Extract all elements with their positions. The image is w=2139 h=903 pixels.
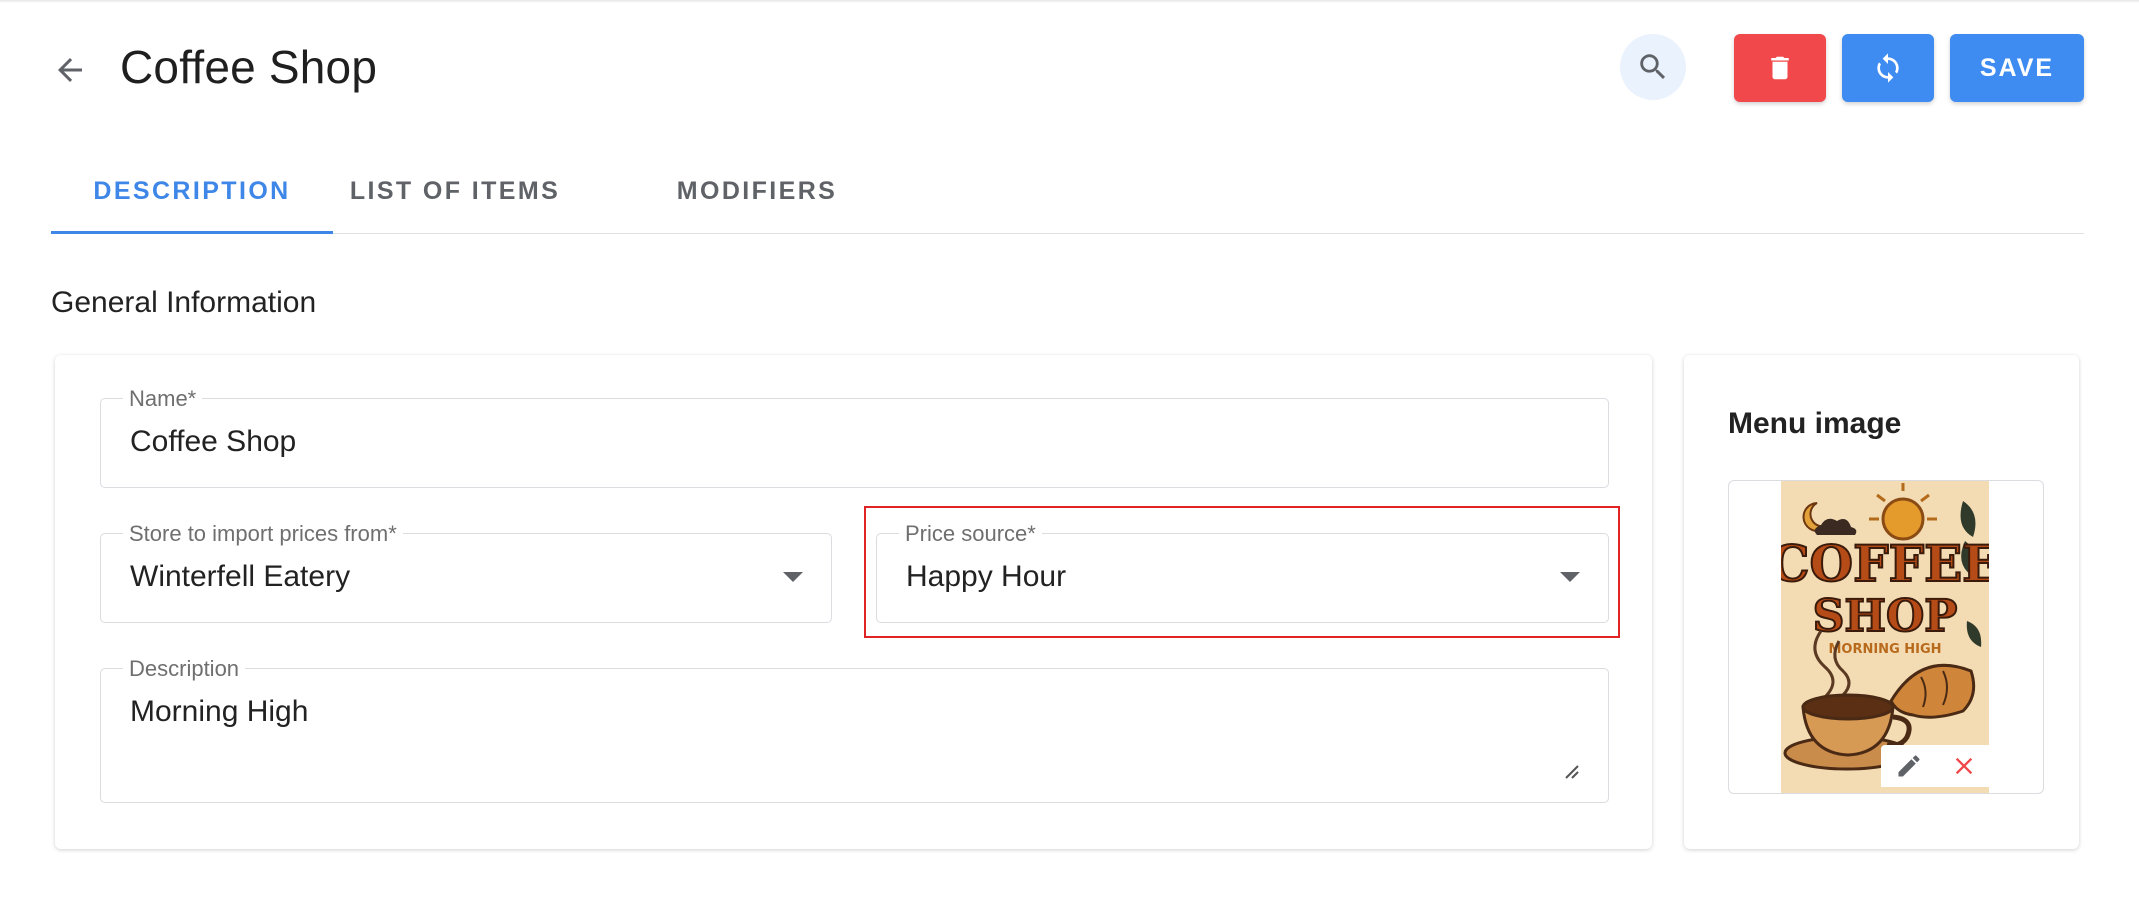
save-button[interactable]: SAVE bbox=[1950, 34, 2084, 102]
store-label: Store to import prices from* bbox=[123, 521, 403, 547]
description-field[interactable]: Description Morning High bbox=[100, 656, 1609, 803]
edit-image-button[interactable] bbox=[1889, 746, 1929, 786]
chevron-down-icon bbox=[783, 572, 803, 582]
search-icon bbox=[1640, 54, 1666, 80]
search-button[interactable] bbox=[1620, 34, 1686, 100]
name-value: Coffee Shop bbox=[130, 425, 297, 458]
tab-bar: DESCRIPTION LIST OF ITEMS MODIFIERS bbox=[51, 150, 2084, 234]
sync-button[interactable] bbox=[1842, 34, 1934, 102]
resize-handle-icon[interactable] bbox=[1562, 762, 1582, 782]
menu-image-title: Menu image bbox=[1728, 407, 1902, 440]
section-title: General Information bbox=[51, 286, 317, 319]
description-label: Description bbox=[123, 656, 246, 682]
top-shadow bbox=[0, 0, 2139, 3]
name-label: Name* bbox=[123, 386, 203, 412]
tab-description[interactable]: DESCRIPTION bbox=[51, 150, 333, 234]
page-title: Coffee Shop bbox=[120, 41, 378, 93]
remove-image-button[interactable] bbox=[1944, 746, 1984, 786]
back-arrow-icon[interactable] bbox=[48, 48, 92, 92]
poster-title-line2: SHOP bbox=[1813, 591, 1958, 642]
menu-image-container: COFFEE SHOP MORNING HIGH bbox=[1728, 480, 2044, 794]
image-tools bbox=[1881, 745, 1991, 787]
store-select[interactable]: Store to import prices from* Winterfell … bbox=[100, 521, 832, 623]
poster-title-line1: COFFEE bbox=[1781, 534, 1989, 593]
description-value: Morning High bbox=[130, 695, 309, 728]
tab-modifiers[interactable]: MODIFIERS bbox=[659, 150, 855, 232]
highlight-box bbox=[864, 506, 1620, 638]
trash-icon bbox=[1771, 56, 1789, 80]
tab-list-of-items[interactable]: LIST OF ITEMS bbox=[333, 150, 577, 232]
sync-icon bbox=[1877, 53, 1899, 83]
store-value: Winterfell Eatery bbox=[130, 560, 351, 593]
poster-subtitle: MORNING HIGH bbox=[1828, 642, 1941, 657]
menu-image-card: Menu image COFFEE SHOP MORNING HIGH bbox=[1684, 355, 2079, 849]
close-icon bbox=[1955, 757, 1972, 775]
pencil-icon bbox=[1898, 755, 1920, 777]
name-field[interactable]: Name* Coffee Shop bbox=[100, 386, 1609, 488]
delete-button[interactable] bbox=[1734, 34, 1826, 102]
